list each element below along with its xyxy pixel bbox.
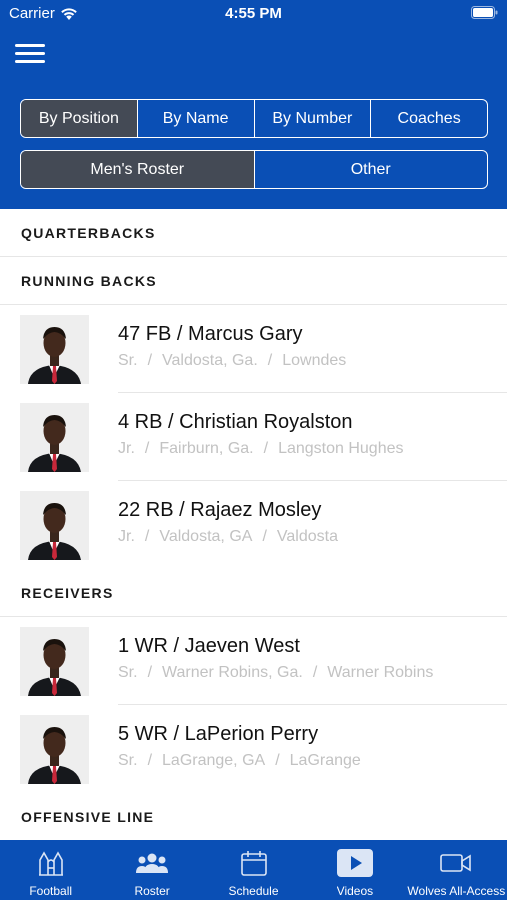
section-header: QUARTERBACKS <box>0 209 507 257</box>
meta-separator: / <box>147 664 153 681</box>
meta-separator: / <box>147 352 153 369</box>
player-name: 4 RB / Christian Royalston <box>118 411 353 433</box>
hamburger-icon-line <box>15 60 45 63</box>
section-header: RECEIVERS <box>0 569 507 617</box>
player-meta: Jr. / Fairburn, Ga. / Langston Hughes <box>118 440 404 458</box>
meta-separator: / <box>263 440 269 457</box>
team-icon <box>135 848 169 878</box>
player-name: 5 WR / LaPerion Perry <box>118 723 319 745</box>
meta-separator: / <box>275 752 280 769</box>
tab-videos[interactable]: Videos <box>304 840 405 900</box>
player-hometown: Warner Robins, Ga. <box>162 664 303 681</box>
player-row[interactable]: 1 WR / Jaeven West Sr. / Warner Robins, Ga.… <box>0 617 507 705</box>
section-header: OFFENSIVE LINE <box>0 793 507 840</box>
tab-roster[interactable]: Roster <box>101 840 202 900</box>
player-meta: Sr. / Warner Robins, Ga. / Warner Robins <box>118 664 433 682</box>
player-photo <box>20 491 89 560</box>
hamburger-icon-line <box>15 52 45 55</box>
tab-roster-label: Roster <box>134 884 170 898</box>
tab-schedule[interactable]: Schedule <box>203 840 304 900</box>
calendar-icon <box>239 848 269 878</box>
player-hometown: Fairburn, Ga. <box>159 440 254 457</box>
meta-separator: / <box>144 440 150 457</box>
player-name: 22 RB / Rajaez Mosley <box>118 499 322 521</box>
tab-schedule-label: Schedule <box>228 884 279 898</box>
meta-separator: / <box>144 528 150 545</box>
tab-football-label: Football <box>29 884 73 898</box>
player-name: 1 WR / Jaeven West <box>118 635 300 657</box>
tab-football[interactable]: Football <box>0 840 101 900</box>
player-meta: Jr. / Valdosta, GA / Valdosta <box>118 528 338 546</box>
player-name: 47 FB / Marcus Gary <box>118 323 303 345</box>
tab-by-number[interactable]: By Number <box>255 100 372 137</box>
roster-segmented-control: Men's Roster Other <box>20 150 488 189</box>
player-hometown: Valdosta, Ga. <box>162 352 258 369</box>
tab-videos-label: Videos <box>336 884 374 898</box>
tab-bar: Football Roster Schedule Videos Wolves A… <box>0 840 507 900</box>
player-meta: Sr. / Valdosta, Ga. / Lowndes <box>118 352 346 370</box>
meta-separator: / <box>312 664 318 681</box>
view-mode-segmented-control: By Position By Name By Number Coaches <box>20 99 488 138</box>
menu-button[interactable] <box>15 42 47 64</box>
meta-separator: / <box>267 352 273 369</box>
tab-wolves-all-access[interactable]: Wolves All-Access <box>406 840 507 900</box>
player-row[interactable]: 22 RB / Rajaez Mosley Jr. / Valdosta, GA / Va… <box>0 481 507 569</box>
stadium-icon <box>36 848 66 878</box>
player-row[interactable]: 47 FB / Marcus Gary Sr. / Valdosta, Ga. / Low… <box>0 305 507 393</box>
hamburger-icon <box>15 44 45 47</box>
player-school: Valdosta <box>276 528 338 545</box>
player-photo <box>20 627 89 696</box>
player-year: Sr. <box>118 352 138 369</box>
tab-by-name[interactable]: By Name <box>138 100 255 137</box>
meta-separator: / <box>262 528 267 545</box>
clock: 4:55 PM <box>225 5 282 22</box>
player-row[interactable]: 5 WR / LaPerion Perry Sr. / LaGrange, GA / La… <box>0 705 507 793</box>
player-school: LaGrange <box>289 752 361 769</box>
tab-by-position[interactable]: By Position <box>21 100 138 137</box>
player-hometown: LaGrange, GA <box>162 752 266 769</box>
player-school: Warner Robins <box>327 664 434 681</box>
video-camera-icon <box>439 848 473 878</box>
tab-other[interactable]: Other <box>255 151 488 188</box>
player-hometown: Valdosta, GA <box>159 528 253 545</box>
player-photo <box>20 715 89 784</box>
section-header: RUNNING BACKS <box>0 257 507 305</box>
tab-wolves-all-access-label: Wolves All-Access <box>407 884 506 898</box>
player-photo <box>20 403 89 472</box>
player-year: Jr. <box>118 440 135 457</box>
roster-list[interactable]: QUARTERBACKS RUNNING BACKS 47 FB / Marcus … <box>0 209 507 840</box>
player-year: Sr. <box>118 752 138 769</box>
tab-mens-roster[interactable]: Men's Roster <box>21 151 255 188</box>
play-icon <box>336 848 374 878</box>
player-year: Sr. <box>118 664 138 681</box>
header: Carrier 4:55 PM By Position By Name By N… <box>0 0 507 209</box>
player-row[interactable]: 4 RB / Christian Royalston Jr. / Fairburn, … <box>0 393 507 481</box>
app: Carrier 4:55 PM By Position By Name By N… <box>0 0 507 900</box>
player-school: Langston Hughes <box>278 440 404 457</box>
player-school: Lowndes <box>282 352 347 369</box>
player-year: Jr. <box>118 528 135 545</box>
status-bar: Carrier 4:55 PM <box>0 0 507 28</box>
player-meta: Sr. / LaGrange, GA / LaGrange <box>118 752 361 770</box>
meta-separator: / <box>147 752 153 769</box>
tab-coaches[interactable]: Coaches <box>371 100 487 137</box>
battery-icon <box>471 6 498 24</box>
player-photo <box>20 315 89 384</box>
